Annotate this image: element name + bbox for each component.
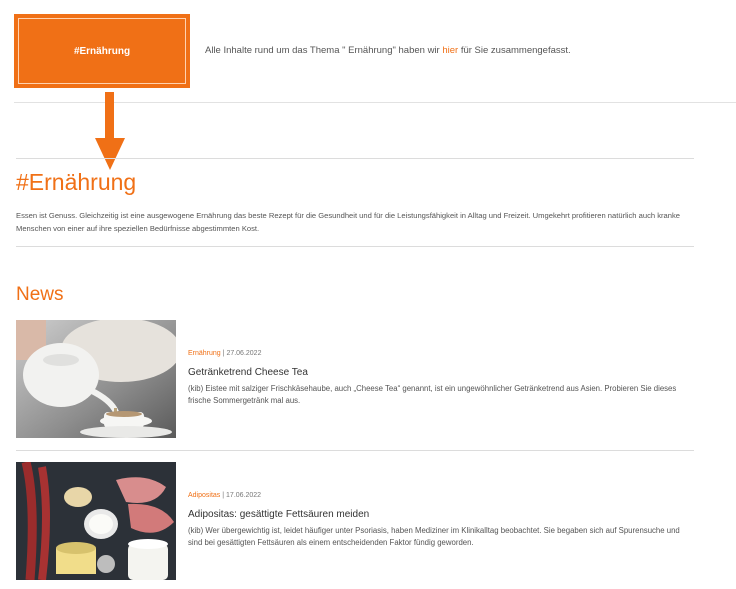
intro-text-before: Alle Inhalte rund um das Thema " Ernähru…	[205, 45, 443, 56]
topic-badge[interactable]: #Ernährung	[14, 14, 190, 88]
article-date: 27.06.2022	[226, 350, 262, 357]
article-category[interactable]: Ernährung	[188, 350, 221, 357]
article-title[interactable]: Adipositas: gesättigte Fettsäuren meiden	[188, 509, 369, 520]
article-image-food[interactable]	[16, 462, 176, 580]
meta-separator: |	[222, 350, 225, 357]
article-meta: Adipositas | 17.06.2022	[188, 492, 261, 499]
topic-description: Essen ist Genuss. Gleichzeitig ist eine …	[16, 211, 680, 233]
intro-text-after: für Sie zusammengefasst.	[458, 45, 571, 56]
article-title[interactable]: Getränketrend Cheese Tea	[188, 367, 308, 378]
news-heading: News	[16, 284, 64, 305]
article-date: 17.06.2022	[226, 492, 262, 499]
annotation-arrow-icon	[95, 92, 125, 170]
article-summary: (kib) Eistee mit salziger Frischkäsehaub…	[188, 384, 677, 405]
article-divider	[16, 450, 694, 451]
article-meta: Ernährung | 27.06.2022	[188, 350, 261, 357]
section-divider	[16, 246, 694, 247]
intro-link[interactable]: hier	[442, 45, 458, 56]
news-article[interactable]: Adipositas | 17.06.2022 Adipositas: gesä…	[16, 462, 696, 580]
section-divider	[16, 158, 694, 159]
article-image-tea[interactable]	[16, 320, 176, 438]
meta-separator: |	[222, 492, 225, 499]
news-article[interactable]: Ernährung | 27.06.2022 Getränketrend Che…	[16, 320, 696, 438]
page-title: #Ernährung	[16, 169, 137, 195]
article-category[interactable]: Adipositas	[188, 492, 220, 499]
article-summary: (kib) Wer übergewichtig ist, leidet häuf…	[188, 526, 680, 547]
intro-text: Alle Inhalte rund um das Thema " Ernähru…	[205, 45, 571, 56]
topic-badge-label: #Ernährung	[18, 18, 186, 84]
